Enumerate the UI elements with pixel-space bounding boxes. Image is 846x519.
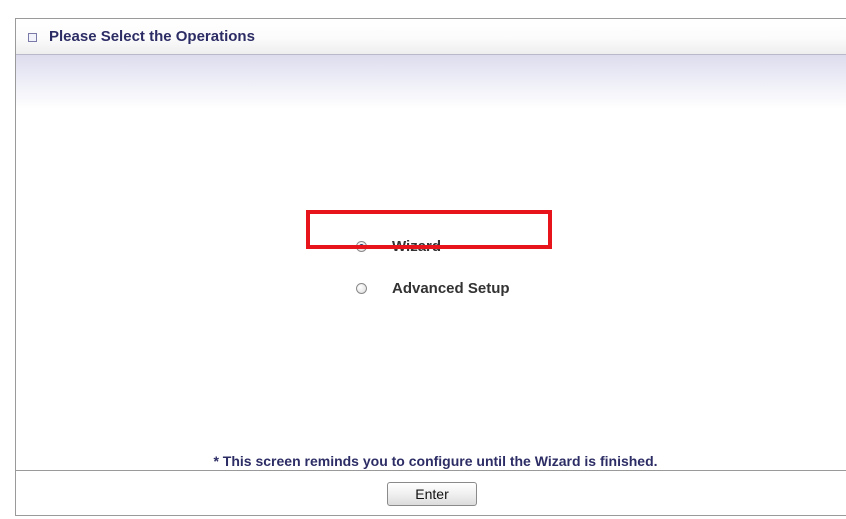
highlight-annotation-box bbox=[306, 210, 552, 249]
wizard-reminder-note: * This screen reminds you to configure u… bbox=[213, 453, 658, 469]
advanced-setup-radio[interactable] bbox=[356, 283, 367, 294]
footer-divider bbox=[16, 470, 846, 471]
page: Please Select the Operations Wizard Adva… bbox=[0, 0, 846, 519]
operations-panel: Please Select the Operations Wizard Adva… bbox=[15, 18, 846, 516]
advanced-setup-label: Advanced Setup bbox=[392, 280, 510, 297]
panel-header: Please Select the Operations bbox=[16, 19, 846, 55]
header-shade bbox=[16, 55, 846, 109]
enter-button[interactable]: Enter bbox=[387, 482, 477, 506]
panel-title: Please Select the Operations bbox=[49, 28, 255, 45]
option-advanced-setup[interactable]: Advanced Setup bbox=[356, 279, 576, 301]
square-bullet-icon bbox=[28, 33, 37, 42]
